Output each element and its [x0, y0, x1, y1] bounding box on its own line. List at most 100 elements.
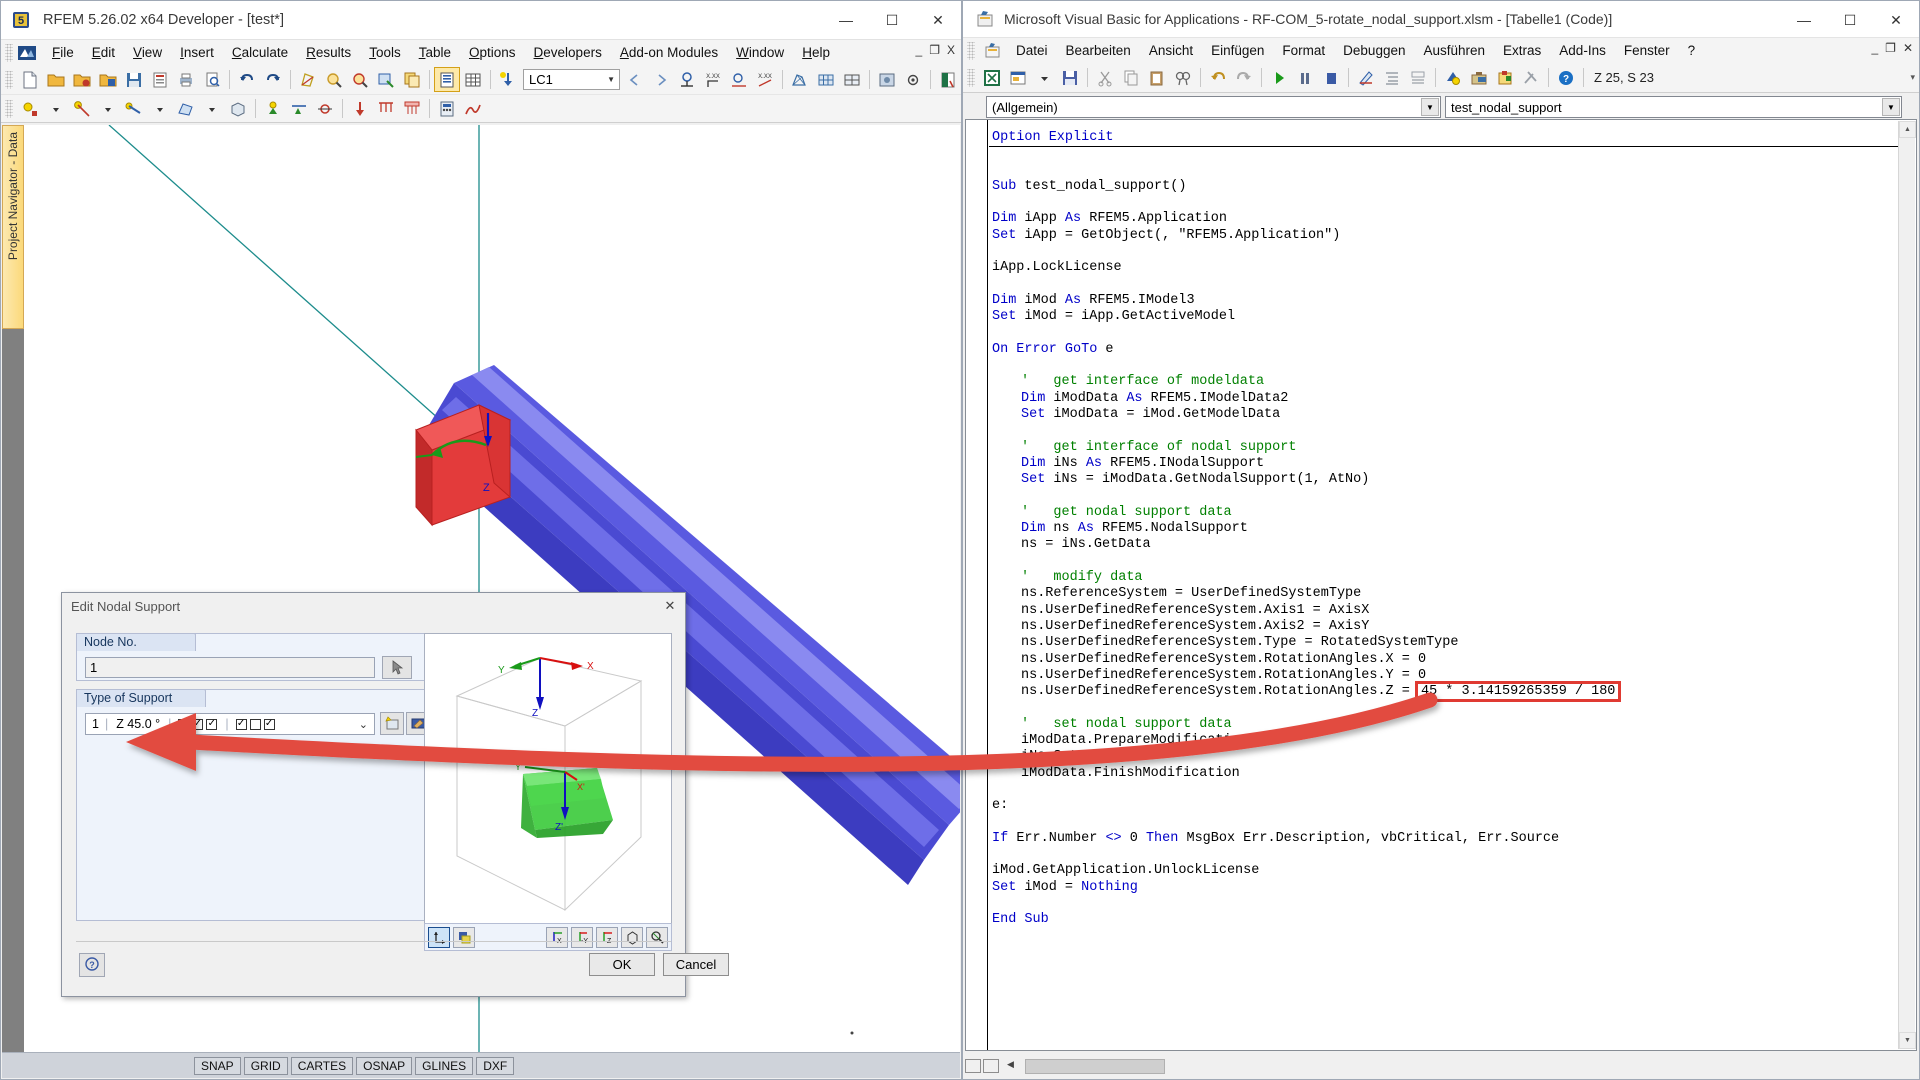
- vba-menu-bearbeiten[interactable]: Bearbeiten: [1057, 40, 1140, 61]
- procedure-combo[interactable]: test_nodal_support ▼: [1445, 96, 1902, 118]
- member-dropdown-icon[interactable]: [148, 97, 172, 120]
- dialog-close-button[interactable]: ✕: [659, 596, 681, 616]
- vba-menu-extras[interactable]: Extras: [1494, 40, 1550, 61]
- view-x-button[interactable]: X: [546, 926, 568, 948]
- scroll-left-icon[interactable]: ◀: [1007, 1059, 1023, 1073]
- copy-view-icon[interactable]: [400, 68, 424, 91]
- undo-icon[interactable]: [235, 68, 259, 91]
- vba-menu-ausf-hren[interactable]: Ausführen: [1414, 40, 1494, 61]
- undo-icon[interactable]: [1206, 66, 1230, 89]
- rfem-menu-results[interactable]: Results: [297, 42, 360, 63]
- vba-mdi-close-button[interactable]: ✕: [1903, 41, 1913, 55]
- nodal-support-icon[interactable]: [261, 97, 285, 120]
- tools-icon[interactable]: [1519, 66, 1543, 89]
- rfem-maximize-button[interactable]: ☐: [869, 1, 915, 39]
- vba-menubar-gripper[interactable]: [967, 41, 975, 60]
- help-button[interactable]: ?: [79, 953, 105, 977]
- new-node-icon[interactable]: [18, 97, 42, 120]
- value-display-icon[interactable]: X.XX: [701, 68, 725, 91]
- project-navigator-tab[interactable]: Project Navigator - Data: [2, 125, 24, 329]
- status-button-cartes[interactable]: CARTES: [290, 1056, 354, 1075]
- toolbox-icon[interactable]: [1467, 66, 1491, 89]
- rfem-menu-add-on-modules[interactable]: Add-on Modules: [611, 42, 727, 63]
- support-check-rotation-2[interactable]: [249, 718, 261, 730]
- show-solid-button[interactable]: [453, 926, 475, 948]
- save-all-icon[interactable]: [148, 68, 172, 91]
- next-loadcase-icon[interactable]: [649, 68, 673, 91]
- rfem-close-button[interactable]: ✕: [915, 1, 961, 39]
- help-icon[interactable]: ?: [1554, 66, 1578, 89]
- full-module-view-icon[interactable]: [983, 1059, 999, 1073]
- fe-mesh2-icon[interactable]: [840, 68, 864, 91]
- toolbar2-gripper[interactable]: [5, 99, 13, 118]
- rfem-minimize-button[interactable]: —: [823, 1, 869, 39]
- open-recent-icon[interactable]: [70, 68, 94, 91]
- prev-loadcase-icon[interactable]: [623, 68, 647, 91]
- result-label-icon[interactable]: X.XX: [753, 68, 777, 91]
- vba-mdi-minimize-button[interactable]: _: [1871, 41, 1878, 55]
- load-nodal-icon[interactable]: [348, 97, 372, 120]
- rfem-menu-insert[interactable]: Insert: [171, 42, 223, 63]
- view-z-button[interactable]: Z: [596, 926, 618, 948]
- rfem-menu-edit[interactable]: Edit: [83, 42, 124, 63]
- vba-code-editor[interactable]: Option Explicit Sub test_nodal_support()…: [965, 119, 1917, 1051]
- select-objects-icon[interactable]: [296, 68, 320, 91]
- vba-minimize-button[interactable]: —: [1781, 1, 1827, 39]
- new-support-type-button[interactable]: [380, 712, 404, 735]
- code-margin-indicator-bar[interactable]: [966, 120, 988, 1050]
- load-line-icon[interactable]: [374, 97, 398, 120]
- insert-userform-icon[interactable]: [1006, 66, 1030, 89]
- line-dropdown-icon[interactable]: [96, 97, 120, 120]
- toolbar-overflow-icon[interactable]: ▾: [1910, 72, 1915, 83]
- insert-dropdown-icon[interactable]: [1032, 66, 1056, 89]
- vba-maximize-button[interactable]: ☐: [1827, 1, 1873, 39]
- settings-gear-icon[interactable]: [901, 68, 925, 91]
- print-preview-icon[interactable]: [200, 68, 224, 91]
- edit-nodal-support-dialog[interactable]: Edit Nodal Support ✕ Node No. Type of Su…: [61, 592, 729, 997]
- mdi-restore-button[interactable]: ❐: [929, 43, 940, 57]
- vba-menu-ansicht[interactable]: Ansicht: [1140, 40, 1202, 61]
- dim-measure-icon[interactable]: [675, 68, 699, 91]
- status-button-snap[interactable]: SNAP: [194, 1056, 241, 1075]
- properties-window-icon[interactable]: [1406, 66, 1430, 89]
- print-icon[interactable]: [174, 68, 198, 91]
- find-icon[interactable]: [1171, 66, 1195, 89]
- vba-menu-debuggen[interactable]: Debuggen: [1334, 40, 1414, 61]
- view-y-button[interactable]: -Y: [571, 926, 593, 948]
- rfem-menu-developers[interactable]: Developers: [525, 42, 611, 63]
- rfem-menu-help[interactable]: Help: [793, 42, 839, 63]
- vba-mdi-restore-button[interactable]: ❐: [1885, 41, 1896, 55]
- tables-view-icon[interactable]: [434, 67, 460, 92]
- object-browser-icon[interactable]: [1441, 66, 1465, 89]
- new-solid-icon[interactable]: [226, 97, 250, 120]
- vba-toolbar-gripper[interactable]: [967, 68, 975, 87]
- zoom-selection-icon[interactable]: [374, 68, 398, 91]
- isometric-view-button[interactable]: [621, 926, 643, 948]
- excel-export-icon[interactable]: [936, 68, 960, 91]
- support-check-translation-2[interactable]: ✓: [192, 718, 204, 730]
- view-excel-icon[interactable]: [980, 66, 1004, 89]
- support-check-translation-1[interactable]: ✓: [178, 718, 190, 730]
- open-file-icon[interactable]: [44, 68, 68, 91]
- status-button-glines[interactable]: GLINES: [415, 1056, 474, 1075]
- cut-icon[interactable]: [1093, 66, 1117, 89]
- render-mode-icon[interactable]: [875, 68, 899, 91]
- vba-menu-add-ins[interactable]: Add-Ins: [1550, 40, 1615, 61]
- vba-menu--[interactable]: ?: [1679, 40, 1705, 61]
- pick-node-button[interactable]: [382, 656, 412, 679]
- code-vertical-scrollbar[interactable]: ▲ ▼: [1898, 121, 1916, 1049]
- status-button-grid[interactable]: GRID: [243, 1056, 288, 1075]
- horizontal-scroll-thumb[interactable]: [1025, 1058, 1165, 1074]
- line-support-icon[interactable]: [287, 97, 311, 120]
- support-translation-checks[interactable]: ✓ ✓ ✓: [171, 718, 225, 730]
- rfem-menu-tools[interactable]: Tools: [360, 42, 410, 63]
- menubar-gripper[interactable]: [5, 43, 13, 62]
- support-3d-preview[interactable]: Z X Y Z' X' Y': [424, 633, 672, 931]
- rfem-menu-options[interactable]: Options: [460, 42, 525, 63]
- references-icon[interactable]: [1493, 66, 1517, 89]
- rfem-menu-file[interactable]: File: [43, 42, 83, 63]
- support-rotation-checks[interactable]: ✓ ✓: [229, 718, 283, 730]
- ok-button[interactable]: OK: [589, 953, 655, 976]
- save-icon[interactable]: [1058, 66, 1082, 89]
- result-value-icon[interactable]: [727, 68, 751, 91]
